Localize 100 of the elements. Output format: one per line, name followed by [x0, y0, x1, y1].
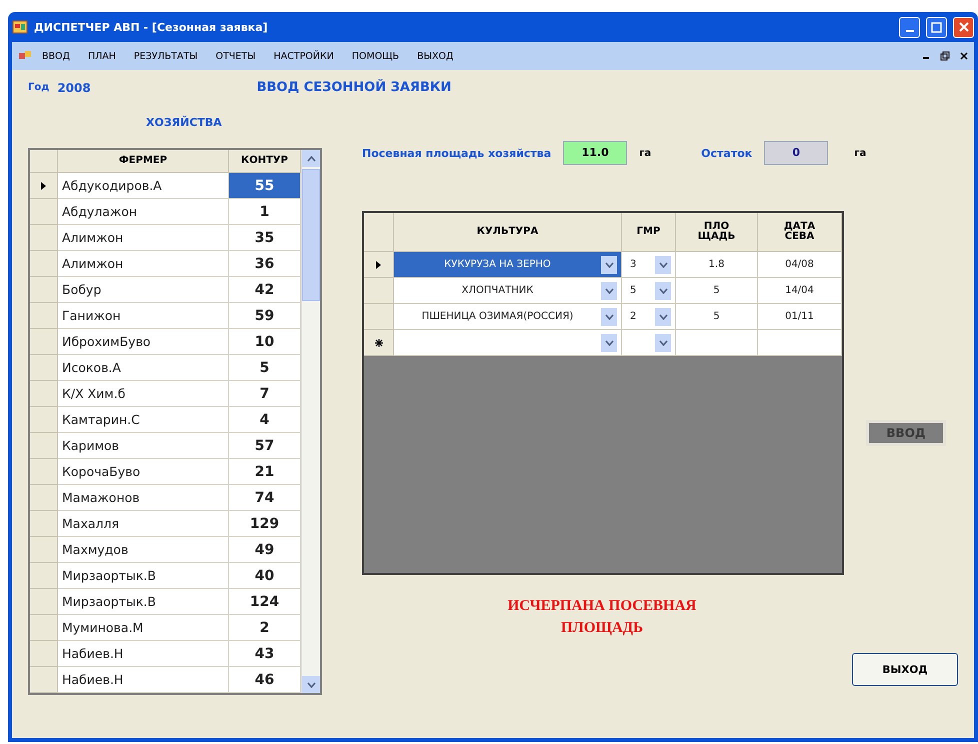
- farmer-cell[interactable]: Абдулажон: [58, 199, 229, 225]
- farmer-cell[interactable]: Исоков.А: [58, 355, 229, 381]
- row-header[interactable]: [364, 252, 394, 278]
- exit-button[interactable]: ВЫХОД: [852, 653, 958, 686]
- area-cell[interactable]: 5: [676, 278, 758, 304]
- window-title: ДИСПЕТЧЕР АВП - [Сезонная заявка]: [34, 20, 269, 34]
- menu-item[interactable]: ПОМОЩЬ: [344, 48, 408, 64]
- contour-cell[interactable]: 49: [229, 537, 301, 563]
- scroll-down-icon[interactable]: [306, 682, 316, 688]
- farmer-cell[interactable]: Ганижон: [58, 303, 229, 329]
- date-cell[interactable]: [758, 330, 842, 356]
- maximize-button[interactable]: [926, 16, 947, 38]
- contour-cell[interactable]: 42: [229, 277, 301, 303]
- menu-item[interactable]: НАСТРОЙКИ: [266, 48, 342, 64]
- farmer-cell[interactable]: Бобур: [58, 277, 229, 303]
- column-header[interactable]: ДАТА СЕВА: [758, 213, 842, 252]
- scroll-up-button[interactable]: [302, 150, 320, 167]
- contour-cell[interactable]: 129: [229, 511, 301, 537]
- row-header[interactable]: [30, 173, 58, 199]
- column-header[interactable]: ПЛО ЩАДЬ: [676, 213, 758, 252]
- contour-cell[interactable]: 55: [229, 173, 301, 199]
- farmer-cell[interactable]: Алимжон: [58, 251, 229, 277]
- contour-cell[interactable]: 5: [229, 355, 301, 381]
- farmer-cell[interactable]: КорочаБуво: [58, 459, 229, 485]
- date-cell[interactable]: 04/08: [758, 252, 842, 278]
- area-field[interactable]: 11.0: [563, 141, 628, 165]
- dropdown-button[interactable]: [655, 334, 671, 352]
- column-header[interactable]: ГМР: [622, 213, 676, 252]
- menu-item[interactable]: ВВОД: [34, 48, 78, 64]
- contour-cell[interactable]: 36: [229, 251, 301, 277]
- form-heading: ВВОД СЕЗОННОЙ ЗАЯВКИ: [256, 80, 452, 95]
- contour-cell[interactable]: 74: [229, 485, 301, 511]
- farmer-cell[interactable]: Муминова.М: [58, 615, 229, 641]
- contour-cell[interactable]: 35: [229, 225, 301, 251]
- scroll-thumb[interactable]: [302, 169, 320, 301]
- area-cell[interactable]: 1.8: [676, 252, 758, 278]
- column-header[interactable]: ФЕРМЕР: [58, 150, 229, 173]
- dropdown-button[interactable]: [655, 308, 671, 326]
- farmer-cell[interactable]: Каримов: [58, 433, 229, 459]
- gmr-dropdown[interactable]: 2: [622, 304, 676, 330]
- close-icon: [958, 22, 968, 32]
- scrollbar[interactable]: [301, 150, 320, 693]
- farmer-cell[interactable]: Мирзаортык.В: [58, 563, 229, 589]
- remainder-field[interactable]: 0: [764, 141, 828, 165]
- contour-cell[interactable]: 57: [229, 433, 301, 459]
- caret-icon: [604, 314, 614, 320]
- dropdown-button[interactable]: [601, 308, 617, 326]
- contour-cell[interactable]: 2: [229, 615, 301, 641]
- contour-cell[interactable]: 7: [229, 381, 301, 407]
- dropdown-button[interactable]: [655, 282, 671, 300]
- farmer-cell[interactable]: ИброхимБуво: [58, 329, 229, 355]
- contour-cell[interactable]: 124: [229, 589, 301, 615]
- area-cell[interactable]: 5: [676, 304, 758, 330]
- farmer-cell[interactable]: Мирзаортык.В: [58, 589, 229, 615]
- contour-cell[interactable]: 59: [229, 303, 301, 329]
- menu-item[interactable]: ВЫХОД: [409, 48, 462, 64]
- menu-item[interactable]: ПЛАН: [80, 48, 124, 64]
- scroll-down-button[interactable]: [302, 676, 320, 693]
- restore-icon[interactable]: [940, 51, 950, 61]
- farmer-cell[interactable]: Камтарин.С: [58, 407, 229, 433]
- farmer-cell[interactable]: Мамажонов: [58, 485, 229, 511]
- area-cell[interactable]: [676, 330, 758, 356]
- contour-cell[interactable]: 4: [229, 407, 301, 433]
- farmer-cell[interactable]: Алимжон: [58, 225, 229, 251]
- farmer-cell[interactable]: Набиев.Н: [58, 641, 229, 667]
- crop-dropdown[interactable]: ХЛОПЧАТНИК: [394, 278, 622, 304]
- contour-cell[interactable]: 21: [229, 459, 301, 485]
- app-icon: [18, 50, 32, 62]
- scroll-up-icon[interactable]: [306, 156, 316, 162]
- gmr-dropdown[interactable]: 3: [622, 252, 676, 278]
- close-icon[interactable]: [960, 52, 968, 60]
- menu-item[interactable]: РЕЗУЛЬТАТЫ: [126, 48, 206, 64]
- column-header[interactable]: КУЛЬТУРА: [394, 213, 622, 252]
- dropdown-button[interactable]: [601, 334, 617, 352]
- contour-cell[interactable]: 40: [229, 563, 301, 589]
- header-corner: [364, 213, 394, 252]
- contour-cell[interactable]: 43: [229, 641, 301, 667]
- crop-dropdown[interactable]: ПШЕНИЦА ОЗИМАЯ(РОССИЯ): [394, 304, 622, 330]
- dropdown-button[interactable]: [601, 282, 617, 300]
- close-button[interactable]: [953, 16, 974, 38]
- contour-cell[interactable]: 1: [229, 199, 301, 225]
- minimize-button[interactable]: [899, 16, 920, 38]
- column-header[interactable]: КОНТУР: [229, 150, 301, 173]
- date-cell[interactable]: 14/04: [758, 278, 842, 304]
- date-cell[interactable]: 01/11: [758, 304, 842, 330]
- gmr-dropdown[interactable]: 5: [622, 278, 676, 304]
- minimize-icon: [906, 30, 914, 32]
- dropdown-button[interactable]: [655, 256, 671, 274]
- farmer-cell[interactable]: Абдукодиров.А: [58, 173, 229, 199]
- farmer-cell[interactable]: Махалля: [58, 511, 229, 537]
- row-header[interactable]: [364, 330, 394, 356]
- contour-cell[interactable]: 46: [229, 667, 301, 693]
- farmer-cell[interactable]: Махмудов: [58, 537, 229, 563]
- contour-cell[interactable]: 10: [229, 329, 301, 355]
- menu-item[interactable]: ОТЧЕТЫ: [208, 48, 264, 64]
- crop-dropdown[interactable]: КУКУРУЗА НА ЗЕРНО: [394, 252, 622, 278]
- farmer-cell[interactable]: К/Х Хим.б: [58, 381, 229, 407]
- area-label: Посевная площадь хозяйства: [362, 146, 552, 160]
- farmer-cell[interactable]: Набиев.Н: [58, 667, 229, 693]
- dropdown-button[interactable]: [601, 256, 617, 274]
